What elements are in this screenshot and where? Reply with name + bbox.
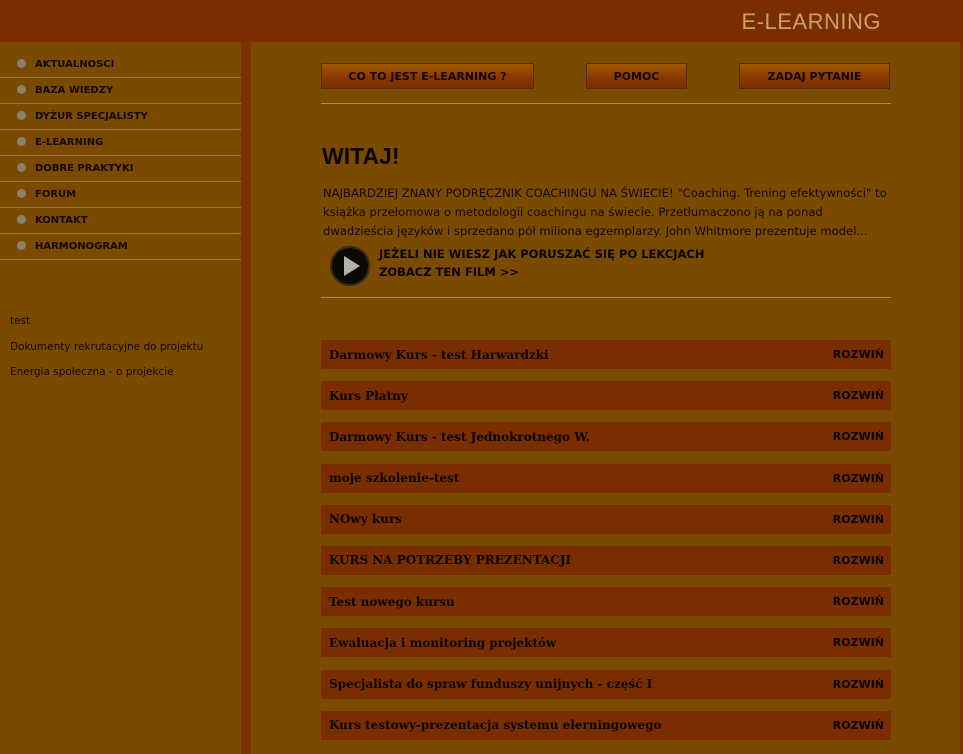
sidebar-item-label: AKTUALNOSCI [35,59,115,70]
bullet-icon [17,163,26,172]
expand-link[interactable]: ROZWIŃ [833,472,884,485]
sidebar-item-label: BAZA WIEDZY [35,85,114,96]
course-row[interactable]: Ewaluacja i monitoring projektów ROZWIŃ [321,628,891,658]
bullet-icon [17,215,26,224]
intro-text: NAJBARDZIEJ ZNANY PODRĘCZNIK COACHINGU N… [323,186,887,238]
bullet-icon [17,59,26,68]
column-divider [241,42,251,754]
expand-link[interactable]: ROZWIŃ [833,719,884,732]
play-icon[interactable] [330,246,370,286]
course-name[interactable]: Darmowy Kurs - test Harwardzki [329,348,549,362]
sidebar-link-about-project[interactable]: Energia społeczna - o projekcie [10,365,203,391]
expand-link[interactable]: ROZWIŃ [833,389,884,402]
bullet-icon [17,111,26,120]
course-row[interactable]: Kurs Płatny ROZWIŃ [321,381,891,411]
film-line-2[interactable]: ZOBACZ TEN FILM >> [379,263,705,281]
sidebar-item-label: E-LEARNING [35,137,104,148]
course-list: Darmowy Kurs - test Harwardzki ROZWIŃ Ku… [321,340,891,752]
divider [321,103,891,104]
course-name[interactable]: Darmowy Kurs - test Jednokrotnego W. [329,430,590,444]
welcome-heading: WITAJ! [322,143,400,169]
course-name[interactable]: Ewaluacja i monitoring projektów [329,636,556,650]
sidebar-item-harmonogram[interactable]: HARMONOGRAM [0,234,241,260]
ask-question-button[interactable]: ZADAJ PYTANIE [739,63,890,89]
sidebar-item-dobre-praktyki[interactable]: DOBRE PRAKTYKI [0,156,241,182]
course-row[interactable]: NOwy kurs ROZWIŃ [321,504,891,534]
sidebar-item-forum[interactable]: FORUM [0,182,241,208]
course-row[interactable]: Darmowy Kurs - test Jednokrotnego W. ROZ… [321,422,891,452]
bullet-icon [17,85,26,94]
expand-link[interactable]: ROZWIŃ [833,636,884,649]
bullet-icon [17,137,26,146]
help-button[interactable]: POMOC [586,63,687,89]
sidebar-item-e-learning[interactable]: E-LEARNING [0,130,241,156]
course-name[interactable]: Specjalista do spraw funduszy unijnych -… [329,677,652,691]
sidebar-item-baza-wiedzy[interactable]: BAZA WIEDZY [0,78,241,104]
sidebar-item-kontakt[interactable]: KONTAKT [0,208,241,234]
course-name[interactable]: KURS NA POTRZEBY PREZENTACJI [329,553,571,567]
bullet-icon [17,241,26,250]
film-link[interactable]: JEŻELI NIE WIESZ JAK PORUSZAĆ SIĘ PO LEK… [379,245,705,281]
course-row[interactable]: Specjalista do spraw funduszy unijnych -… [321,669,891,699]
expand-link[interactable]: ROZWIŃ [833,595,884,608]
sidebar-item-label: DOBRE PRAKTYKI [35,163,134,174]
sidebar-item-label: FORUM [35,189,77,200]
sidebar-link-documents[interactable]: Dokumenty rekrutacyjne do projektu [10,340,203,366]
course-name[interactable]: NOwy kurs [329,512,402,526]
site-title: E-LEARNING [741,9,881,34]
course-row[interactable]: Test nowego kursu ROZWIŃ [321,587,891,617]
course-row[interactable]: Darmowy Kurs - test Harwardzki ROZWIŃ [321,340,891,369]
divider [321,297,891,298]
course-name[interactable]: Kurs Płatny [329,389,408,403]
course-name[interactable]: moje szkolenie-test [329,471,459,485]
site-header: E-LEARNING [0,0,963,42]
course-name[interactable]: Test nowego kursu [329,595,455,609]
what-is-elearning-button[interactable]: CO TO JEST E-LEARNING ? [321,63,534,89]
expand-link[interactable]: ROZWIŃ [833,430,884,443]
film-line-1: JEŻELI NIE WIESZ JAK PORUSZAĆ SIĘ PO LEK… [379,247,705,261]
sidebar-item-dyzur-specjalisty[interactable]: DYŻUR SPECJALISTY [0,104,241,130]
course-name[interactable]: Kurs testowy-prezentacja systemu elernin… [329,718,662,732]
expand-link[interactable]: ROZWIŃ [833,513,884,526]
course-row[interactable]: moje szkolenie-test ROZWIŃ [321,463,891,493]
sidebar-item-label: HARMONOGRAM [35,241,128,252]
course-row[interactable]: Kurs testowy-prezentacja systemu elernin… [321,710,891,740]
course-row[interactable]: KURS NA POTRZEBY PREZENTACJI ROZWIŃ [321,545,891,575]
expand-link[interactable]: ROZWIŃ [833,348,884,361]
bullet-icon [17,189,26,198]
sidebar-links: test Dokumenty rekrutacyjne do projektu … [10,314,203,391]
sidebar-item-label: KONTAKT [35,215,88,226]
sidebar-item-aktualnosci[interactable]: AKTUALNOSCI [0,52,241,78]
expand-link[interactable]: ROZWIŃ [833,678,884,691]
sidebar-menu: AKTUALNOSCI BAZA WIEDZY DYŻUR SPECJALIST… [0,52,241,260]
sidebar-item-label: DYŻUR SPECJALISTY [35,111,148,122]
expand-link[interactable]: ROZWIŃ [833,554,884,567]
sidebar-link-test[interactable]: test [10,314,203,340]
